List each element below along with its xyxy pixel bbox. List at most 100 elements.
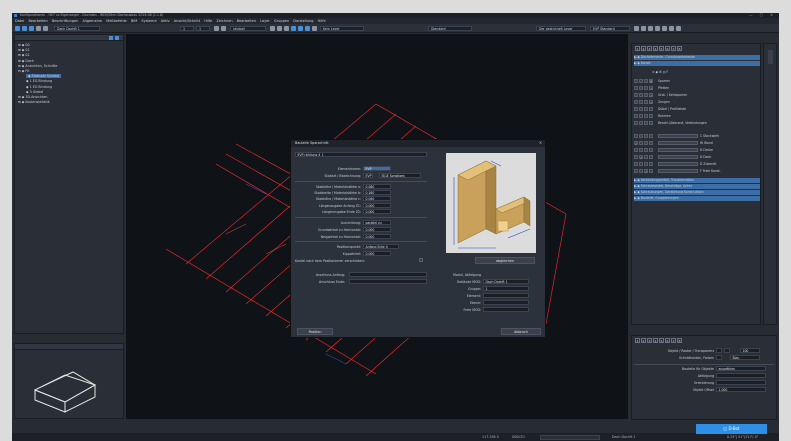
- draw-poly-icon[interactable]: [277, 26, 282, 31]
- bauteil-option[interactable]: ISGE Sonstiges: [379, 173, 421, 178]
- layer-row[interactable]: C Stockwerk: [634, 134, 760, 139]
- tab-7[interactable]: 7: [671, 45, 676, 51]
- draw-line-icon[interactable]: [270, 26, 275, 31]
- layer-group-row[interactable]: ▶ ◆ Dachelemente, Grundrisselemente: [634, 55, 760, 60]
- anschl-end-input[interactable]: [349, 279, 427, 284]
- layer-group-row[interactable]: ▶ ◆ Schraubungen, Darstellung Konstrukti…: [634, 190, 760, 195]
- tab-5[interactable]: 5: [659, 45, 664, 51]
- tab-7[interactable]: 7: [671, 337, 676, 343]
- cancel-button[interactable]: Abbruch: [501, 328, 541, 335]
- menu-item[interactable]: Hilfe: [318, 19, 326, 23]
- layer-row[interactable]: ✓ Pfetten: [634, 86, 760, 91]
- hoehe-input[interactable]: 0,040: [363, 196, 391, 201]
- tab-1[interactable]: 1: [635, 337, 640, 343]
- layer-row[interactable]: ✓ W Wand: [634, 141, 760, 146]
- anschl-anf-input[interactable]: [349, 272, 427, 277]
- pos-select[interactable]: Anfang Ecke 4: [363, 244, 399, 249]
- layer-select[interactable]: Kein Layer: [320, 26, 364, 31]
- layer-group-row[interactable]: ▶ ◆ Bauteile, Gruppierungen: [634, 196, 760, 201]
- extend-icon[interactable]: [662, 26, 667, 31]
- close-icon[interactable]: ✕: [539, 140, 542, 147]
- trim-icon[interactable]: [655, 26, 660, 31]
- layer-row[interactable]: D Decke: [634, 148, 760, 153]
- layer-group-row[interactable]: ▶ ◆ Verbindungsmittel, Transformation: [634, 178, 760, 183]
- measure-icon[interactable]: [676, 26, 681, 31]
- layer-row[interactable]: Beschl./Abbrand, Verbindungen: [634, 121, 760, 126]
- kipp-input[interactable]: 0,000: [363, 251, 391, 256]
- tab-6[interactable]: 6: [665, 337, 670, 343]
- tab-3[interactable]: 3: [647, 337, 652, 343]
- menu-item[interactable]: BIM: [131, 19, 137, 23]
- tab-2[interactable]: 2: [641, 337, 646, 343]
- tab-4[interactable]: 4: [653, 337, 658, 343]
- opacity-swatch2[interactable]: [724, 348, 730, 353]
- layer-row[interactable]: ✓ Grat- / Kehlsparren: [634, 93, 760, 98]
- gebaeude-input[interactable]: Dach Dachft 1: [483, 279, 529, 284]
- scale-select[interactable]: 1: [180, 26, 194, 31]
- ueb-end-input[interactable]: 0,000: [363, 209, 391, 214]
- fillet-icon[interactable]: [669, 26, 674, 31]
- rotate-icon[interactable]: [641, 26, 646, 31]
- new-icon[interactable]: [15, 26, 20, 31]
- menu-item[interactable]: Datei: [15, 19, 24, 23]
- layer-row[interactable]: ✓ Zangen: [634, 100, 760, 105]
- tab-8[interactable]: 8: [677, 45, 682, 51]
- grid-icon[interactable]: [214, 26, 219, 31]
- neig-input[interactable]: 0,000: [363, 234, 391, 239]
- layer-row[interactable]: ✓ D Dach: [634, 155, 760, 160]
- frei-input[interactable]: [483, 307, 529, 312]
- ebene-input[interactable]: [483, 300, 529, 305]
- open-icon[interactable]: [22, 26, 27, 31]
- undo-icon[interactable]: [43, 26, 48, 31]
- menu-item[interactable]: Hilfe: [204, 19, 212, 23]
- opacity-swatch[interactable]: [716, 348, 722, 353]
- menu-item[interactable]: Layer: [260, 19, 270, 23]
- layer-group-row[interactable]: ▶ ◆ Schraubwinkel, Beschläge, Anker: [634, 184, 760, 189]
- group-icon[interactable]: [298, 26, 303, 31]
- ausrichtung-select[interactable]: parallel zu: [363, 220, 391, 225]
- menu-item[interactable]: Beschriftungen: [52, 19, 79, 23]
- layer-global-select[interactable]: Der gestrichelt Layer: [536, 26, 586, 31]
- profile-select[interactable]: EVP richtung 4_1: [295, 152, 427, 157]
- mirror-icon[interactable]: [648, 26, 653, 31]
- tab-2[interactable]: 2: [641, 45, 646, 51]
- opacity-input[interactable]: 100: [740, 348, 760, 353]
- roof-select[interactable]: Dach Dachft 1: [54, 26, 100, 31]
- layer-icon[interactable]: [291, 26, 296, 31]
- dicke-input[interactable]: 0,080: [363, 184, 391, 189]
- element-input[interactable]: [483, 293, 529, 298]
- bauteil-input[interactable]: EVP: [363, 173, 373, 178]
- position-button[interactable]: Position: [297, 328, 333, 335]
- menu-item[interactable]: Darstellung: [293, 19, 313, 23]
- move-icon[interactable]: [634, 26, 639, 31]
- menu-item[interactable]: Bearbeiten: [237, 19, 256, 23]
- tab-3[interactable]: 3: [647, 45, 652, 51]
- object-icon[interactable]: [305, 26, 310, 31]
- view-select[interactable]: (global): [230, 26, 266, 31]
- layer-group-row[interactable]: ▶ ◆ Konstr.: [634, 61, 760, 66]
- gruppe-input[interactable]: 1: [483, 286, 529, 291]
- breite-input[interactable]: 0,160: [363, 190, 391, 195]
- pin-icon[interactable]: [115, 36, 119, 40]
- menu-item[interactable]: Ansicht/Schnitt: [174, 19, 200, 23]
- d-bot-button[interactable]: ◱ D-Bot: [696, 424, 767, 434]
- schnitt-select[interactable]: Blau: [730, 355, 760, 360]
- scale2-select[interactable]: 1: [196, 26, 210, 31]
- layer-row[interactable]: Dübel / Profilleiste: [634, 107, 760, 112]
- menu-item[interactable]: Bearbeiten: [28, 19, 47, 23]
- tab-1[interactable]: 1: [635, 45, 640, 51]
- orientierung-input[interactable]: [716, 380, 766, 385]
- elementname-input[interactable]: EVP: [363, 166, 391, 171]
- filter-icon[interactable]: [312, 26, 317, 31]
- eo-standard-select[interactable]: EVP Standard: [590, 26, 630, 31]
- menu-item[interactable]: Gruppen: [274, 19, 289, 23]
- grund-input[interactable]: 0,000: [363, 227, 391, 232]
- menu-item[interactable]: Allgemeine: [82, 19, 102, 23]
- menu-item[interactable]: Meßbefehle: [106, 19, 126, 23]
- tab-4[interactable]: 4: [653, 45, 658, 51]
- offset-input[interactable]: 1.000: [716, 387, 766, 392]
- layer-row[interactable]: D Zubereit: [634, 162, 760, 167]
- side-tab[interactable]: [768, 50, 773, 64]
- tree-item[interactable]: ⊞ ◆ Kostenstatistik: [18, 100, 120, 105]
- tab-8[interactable]: 8: [677, 337, 682, 343]
